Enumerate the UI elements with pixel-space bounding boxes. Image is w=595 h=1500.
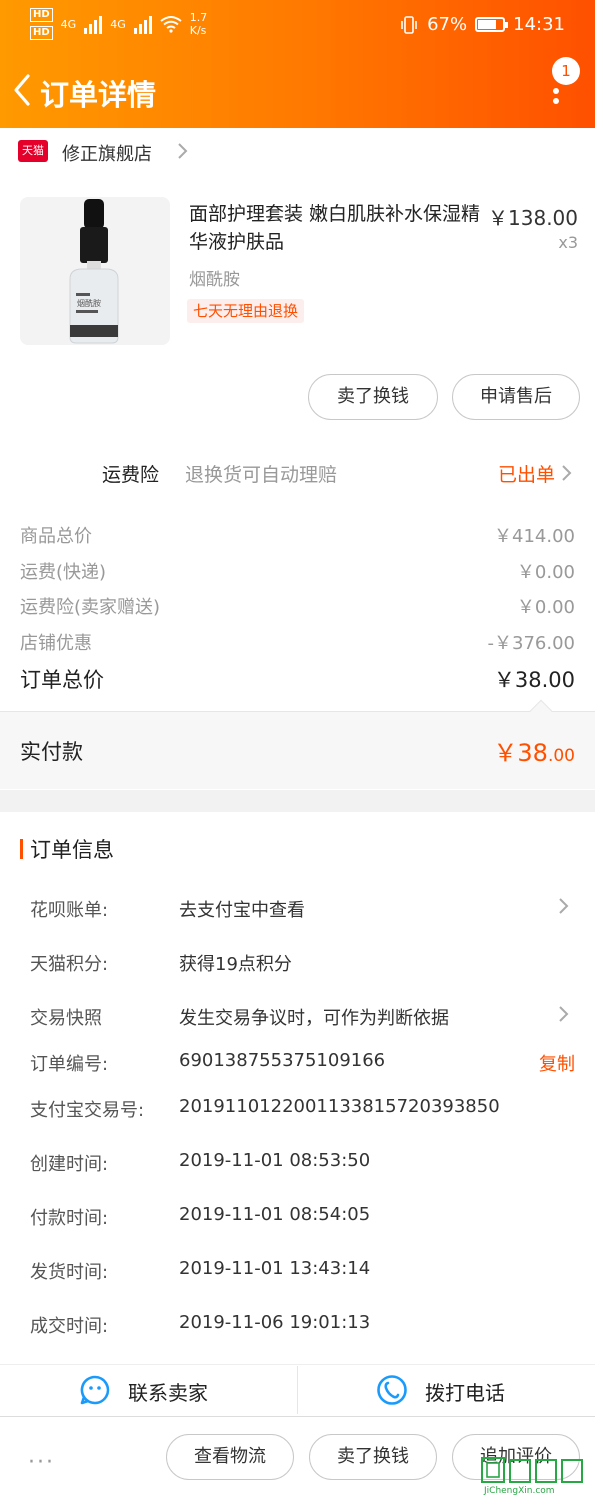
paid-amount: ￥38.00 [493, 733, 575, 768]
chevron-right-icon [562, 465, 572, 481]
alipay-trade-number: 2019110122001133815720393850 [179, 1096, 500, 1117]
chevron-right-icon [178, 143, 188, 159]
info-label: 创建时间: [30, 1154, 109, 1175]
net-speed: 1.7 [189, 11, 208, 24]
site-watermark: JiChengXin.com [481, 1457, 583, 1496]
insurance-desc: 退换货可自动理赔 [185, 464, 338, 486]
paid-amount-integer: ￥38 [493, 739, 548, 767]
hd-indicator: HD [30, 26, 53, 40]
shop-row[interactable]: 天猫 修正旗舰店 [0, 128, 595, 174]
info-label: 订单编号: [30, 1054, 109, 1075]
hd-indicator: HD [30, 8, 53, 22]
product-price: ￥138.00 [488, 206, 578, 230]
info-label: 成交时间: [30, 1316, 109, 1337]
trade-snapshot-link[interactable]: 发生交易争议时，可作为判断依据 [179, 1004, 449, 1030]
info-label: 支付宝交易号: [30, 1100, 145, 1121]
status-bar: HD HD 4G 4G 1.7 K/s 67% 14:31 [0, 0, 595, 52]
shop-name: 修正旗舰店 [62, 144, 152, 165]
app-header: HD HD 4G 4G 1.7 K/s 67% 14:31 订单详情 [0, 0, 595, 128]
view-logistics-button[interactable]: 查看物流 [166, 1434, 294, 1480]
info-label: 天猫积分: [30, 954, 109, 975]
fee-label: 店铺优惠 [20, 633, 92, 654]
tmall-logo: 天猫 [18, 140, 48, 162]
paid-amount-decimals: .00 [547, 746, 575, 766]
created-time: 2019-11-01 08:53:50 [179, 1150, 371, 1171]
return-policy-tag: 七天无理由退换 [187, 299, 305, 323]
battery-percent: 67% [427, 14, 468, 35]
order-total-value: ￥38.00 [493, 668, 575, 692]
fee-value: ￥0.00 [516, 597, 575, 618]
fee-value: ￥0.00 [516, 562, 575, 583]
product-image[interactable]: 烟酰胺 [20, 197, 170, 345]
section-accent-bar [20, 839, 23, 859]
copy-button[interactable]: 复制 [539, 1050, 575, 1076]
notification-badge: 1 [552, 57, 580, 85]
fee-label: 运费险(卖家赠送) [20, 597, 161, 618]
fee-value: ￥414.00 [494, 526, 575, 547]
chat-icon[interactable] [79, 1374, 111, 1406]
fee-label: 运费(快递) [20, 562, 107, 583]
nav-bar: 订单详情 [0, 60, 595, 120]
signal-icon [133, 14, 152, 34]
divider [297, 1366, 298, 1414]
clock: 14:31 [513, 14, 565, 35]
info-value: 获得19点积分 [179, 954, 292, 975]
hd-indicators: HD HD [30, 8, 53, 40]
shipped-time: 2019-11-01 13:43:14 [179, 1258, 371, 1279]
info-label: 交易快照 [30, 1008, 102, 1029]
battery-icon [475, 17, 509, 32]
sell-exchange-button[interactable]: 卖了换钱 [309, 1434, 437, 1480]
phone-icon[interactable] [376, 1374, 408, 1406]
insurance-label: 运费险 [102, 464, 160, 486]
network-type: 4G [60, 17, 77, 31]
watermark-text: JiChengXin.com [483, 1486, 555, 1496]
page-title: 订单详情 [40, 78, 157, 112]
info-label: 花呗账单: [30, 900, 109, 921]
info-label: 付款时间: [30, 1208, 109, 1229]
product-title[interactable]: 面部护理套装 嫩白肌肤补水保湿精华液护肤品 [189, 200, 484, 256]
signal-icon [84, 14, 103, 34]
after-sale-button[interactable]: 申请售后 [452, 374, 580, 420]
chevron-right-icon[interactable] [558, 1004, 570, 1024]
info-label: 发货时间: [30, 1262, 109, 1283]
product-spec: 烟酰胺 [189, 270, 240, 290]
shipping-insurance-row[interactable]: 运费险 退换货可自动理赔 已出单 [0, 448, 595, 498]
product-quantity: x3 [558, 233, 578, 252]
net-speed-unit: K/s [189, 24, 207, 37]
sell-exchange-button[interactable]: 卖了换钱 [308, 374, 438, 420]
paid-label: 实付款 [20, 740, 83, 764]
wifi-icon [160, 16, 182, 33]
serum-bottle-image: 烟酰胺 [69, 199, 119, 344]
insurance-status: 已出单 [497, 464, 555, 486]
fee-value: -￥376.00 [487, 633, 575, 654]
huabei-bill-link[interactable]: 去支付宝中查看 [179, 896, 305, 922]
order-total-label: 订单总价 [20, 668, 104, 692]
bottle-label: 烟酰胺 [77, 298, 101, 308]
back-arrow-icon[interactable] [8, 68, 38, 112]
order-info-title: 订单信息 [30, 838, 114, 862]
order-number: 690138755375109166 [179, 1050, 386, 1071]
section-divider [0, 790, 595, 812]
fee-label: 商品总价 [20, 526, 92, 547]
more-actions-button[interactable]: ··· [28, 1450, 55, 1475]
completed-time: 2019-11-06 19:01:13 [179, 1312, 371, 1333]
paid-time: 2019-11-01 08:54:05 [179, 1204, 371, 1225]
call-button[interactable]: 拨打电话 [425, 1377, 505, 1406]
vibrate-icon [401, 15, 417, 34]
network-type: 4G [110, 17, 126, 31]
chevron-right-icon[interactable] [558, 896, 570, 916]
contact-seller-button[interactable]: 联系卖家 [128, 1377, 208, 1406]
